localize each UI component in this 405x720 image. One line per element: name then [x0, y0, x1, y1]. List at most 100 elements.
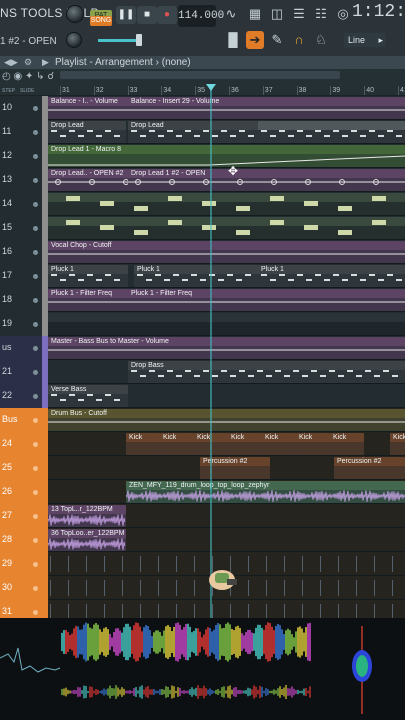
playlist-clip[interactable]: Kick	[390, 433, 405, 455]
pattern-selector[interactable]: (none)	[162, 57, 191, 68]
clip-label: Kick	[296, 433, 330, 442]
master-pitch-knob[interactable]	[66, 32, 82, 48]
track-row[interactable]	[0, 576, 405, 600]
stamp-icon[interactable]: ♘	[312, 31, 330, 49]
waveform-icon[interactable]: ∿	[222, 5, 240, 23]
playlist-clip[interactable]: Kick	[262, 433, 296, 455]
track-mute-led[interactable]	[33, 442, 38, 447]
playlist-clip[interactable]: Pluck 1	[258, 265, 405, 287]
cpu-icon[interactable]: ▦	[246, 5, 264, 23]
grid-line	[284, 580, 285, 596]
stop-icon[interactable]: ■	[137, 6, 157, 24]
midi-note	[158, 375, 164, 377]
track-mute-led[interactable]	[33, 106, 38, 111]
track-mute-led[interactable]	[33, 370, 38, 375]
track-mute-led[interactable]	[33, 178, 38, 183]
playlist-clip[interactable]: Drop Lead	[48, 121, 126, 143]
pattern-block	[134, 230, 148, 235]
playlist-clip[interactable]: Kick	[330, 433, 364, 455]
track-mute-led[interactable]	[33, 490, 38, 495]
tempo-display[interactable]: 114.000	[178, 5, 224, 27]
snap-selector[interactable]: Line ▸	[344, 33, 386, 47]
playlist-clip[interactable]: Pluck 1	[134, 265, 258, 287]
track-mute-led[interactable]	[33, 466, 38, 471]
track-mute-led[interactable]	[33, 250, 38, 255]
brush-tool-icon[interactable]: ✎	[268, 31, 286, 49]
playlist-clip[interactable]	[48, 193, 405, 215]
tool-icons[interactable]: ⚙	[24, 57, 32, 68]
playlist-clip[interactable]: Vocal Chop - Cutoff	[48, 241, 405, 263]
menu-bar[interactable]: NS TOOLS HELP	[0, 6, 99, 20]
draw-tool-icon[interactable]: ➔	[246, 31, 264, 49]
playlist-clip[interactable]: Drop Bass	[128, 361, 405, 383]
playlist-clip[interactable]: Drop Lead	[128, 121, 258, 143]
midi-note	[333, 274, 339, 276]
midi-note	[360, 279, 366, 281]
playlist-clip[interactable]: Drop Lead.. - OPEN #2	[48, 169, 128, 191]
playlist-clip[interactable]: Kick	[160, 433, 194, 455]
master-volume-knob[interactable]	[66, 5, 84, 23]
browser-icon[interactable]: ◎	[334, 5, 352, 23]
playlist-tool-icons[interactable]: ◴ ◉ ✦ ↳ ☌	[2, 71, 54, 82]
pause-icon[interactable]: ❚❚	[116, 6, 136, 24]
playlist-clip[interactable]: Percussion #2	[334, 457, 405, 479]
playlist-clip[interactable]: Master - Bass Bus to Master - Volume	[48, 337, 405, 359]
track-mute-led[interactable]	[33, 298, 38, 303]
track-mute-led[interactable]	[33, 202, 38, 207]
slider-handle[interactable]	[136, 34, 142, 46]
midi-note	[167, 130, 173, 132]
playlist-clip[interactable]	[48, 217, 405, 239]
mixer-icon[interactable]: ☰	[290, 5, 308, 23]
playlist-menu-icon[interactable]: ▶	[42, 57, 49, 68]
track-mute-led[interactable]	[33, 322, 38, 327]
playlist-clip[interactable]: Pluck 1 - Filter Freq	[128, 289, 405, 311]
track-mute-led[interactable]	[33, 586, 38, 591]
midi-note	[131, 370, 137, 372]
playlist-clip[interactable]	[258, 121, 405, 143]
ram-icon[interactable]: ◫	[268, 5, 286, 23]
playhead-line[interactable]	[210, 86, 212, 618]
arrow-left-icon[interactable]: ◀▶	[4, 57, 18, 68]
track-mute-led[interactable]	[33, 610, 38, 615]
track-mute-led[interactable]	[33, 562, 38, 567]
track-row[interactable]	[0, 552, 405, 576]
clip-body	[48, 322, 405, 335]
record-icon[interactable]: ●	[157, 6, 177, 24]
playlist-clip[interactable]: Balance - I.. - Volume	[48, 97, 128, 119]
track-mute-led[interactable]	[33, 130, 38, 135]
track-mute-led[interactable]	[33, 394, 38, 399]
playlist-clip[interactable]: 13 TopL..r_122BPM	[48, 505, 126, 527]
ruler-tick	[127, 86, 129, 95]
piano-roll-icon[interactable]: █	[224, 31, 242, 49]
track-mute-led[interactable]	[33, 226, 38, 231]
ruler-bar-number: 32	[95, 87, 104, 94]
pattern-block	[202, 201, 216, 206]
playlist-clip[interactable]: Kick	[296, 433, 330, 455]
playlist-clip[interactable]: 36 TopLoo..er_122BPM	[48, 529, 126, 551]
playlist-clip[interactable]: Kick	[126, 433, 160, 455]
channel-rack-icon[interactable]: ☷	[312, 5, 330, 23]
track-mute-led[interactable]	[33, 538, 38, 543]
playlist-clip[interactable]: Pluck 1 - Filter Freq	[48, 289, 128, 311]
playlist-clip[interactable]: ZEN_MFY_119_drum_loop_top_loop_zephyr	[126, 481, 405, 503]
playlist-clip[interactable]	[48, 313, 405, 335]
track-mute-led[interactable]	[33, 346, 38, 351]
track-mute-led[interactable]	[33, 514, 38, 519]
playlist-clip[interactable]: Drop Lead 1 #2 - OPEN	[128, 169, 405, 191]
playlist-clip[interactable]: Verse Bass	[48, 385, 128, 407]
playlist-clip[interactable]: Drum Bus - Cutoff	[48, 409, 405, 431]
playlist-scrollbar[interactable]	[60, 71, 340, 79]
track-mute-led[interactable]	[33, 154, 38, 159]
playlist-clip[interactable]: Drop Lead 1 - Macro 8	[48, 145, 405, 167]
playlist-clip[interactable]: Kick	[228, 433, 262, 455]
magnet-icon[interactable]: ∩	[290, 31, 308, 49]
song-mode-button[interactable]: SONG	[90, 16, 112, 26]
playlist-clip[interactable]: Balance - Insert 29 - Volume	[128, 97, 405, 119]
pattern-block	[168, 196, 182, 201]
playlist-clip[interactable]: Pluck 1	[48, 265, 128, 287]
track-number: 11	[2, 126, 12, 136]
track-mute-led[interactable]	[33, 274, 38, 279]
track-mute-led[interactable]	[33, 418, 38, 423]
midi-note	[288, 279, 294, 281]
playhead-marker[interactable]	[206, 84, 216, 91]
